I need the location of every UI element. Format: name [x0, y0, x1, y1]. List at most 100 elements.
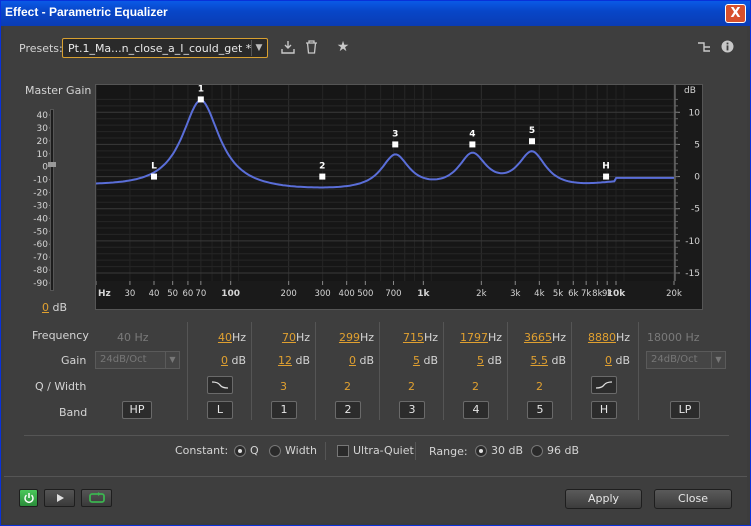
band-1-gain[interactable]: 12 dB: [278, 354, 310, 367]
range-label: Range:: [429, 445, 468, 458]
low-shelf-icon: [211, 381, 229, 389]
master-gain-scale: 403020100-10-20-30-40-50-60-70-80-90: [33, 111, 52, 289]
master-gain-tick-label: 20: [37, 137, 49, 147]
band-marker-4[interactable]: [469, 141, 476, 148]
band-4-frequency[interactable]: 1797Hz: [460, 331, 502, 344]
band-2-q[interactable]: 2: [344, 380, 351, 393]
master-gain-tick-label: -60: [33, 240, 48, 250]
power-toggle-button[interactable]: [19, 489, 38, 507]
band-2-gain[interactable]: 0 dB: [349, 354, 374, 367]
band-3-gain[interactable]: 5 dB: [413, 354, 438, 367]
q-width-row-label: Q / Width: [35, 380, 87, 393]
freq-axis-label: 10k: [607, 289, 627, 299]
band-marker-5[interactable]: [529, 138, 536, 145]
hp-slope-select: 24dB/Oct ▼: [95, 351, 180, 369]
master-gain-tick-label: -70: [33, 253, 48, 263]
preview-play-button[interactable]: [44, 489, 75, 507]
lp-slope-select: 24dB/Oct ▼: [646, 351, 726, 369]
band-2-button[interactable]: 2: [335, 401, 361, 419]
band-h-button[interactable]: H: [591, 401, 617, 419]
constant-q-radio[interactable]: [234, 445, 246, 457]
constant-width-label: Width: [285, 444, 317, 457]
info-icon[interactable]: [719, 40, 735, 56]
ultra-quiet-checkbox[interactable]: [337, 445, 349, 457]
freq-axis-label: 200: [281, 289, 297, 299]
band-4-button[interactable]: 4: [463, 401, 489, 419]
band-2-frequency[interactable]: 299Hz: [339, 331, 374, 344]
divider: [638, 322, 639, 420]
band-5-frequency[interactable]: 3665Hz: [524, 331, 566, 344]
band-marker-label: 3: [392, 129, 398, 139]
trash-icon[interactable]: [303, 40, 319, 56]
band-l-button[interactable]: L: [207, 401, 233, 419]
favorite-star-icon[interactable]: ★: [335, 39, 351, 55]
band-l-shape-button[interactable]: [207, 376, 233, 394]
band-h-shape-button[interactable]: [591, 376, 617, 394]
master-gain-tick-label: -10: [33, 176, 48, 186]
apply-button[interactable]: Apply: [565, 489, 642, 509]
range-96db-label: 96 dB: [547, 444, 580, 457]
band-marker-l[interactable]: [150, 173, 157, 180]
divider: [379, 322, 380, 420]
ultra-quiet-label: Ultra-Quiet: [353, 444, 414, 457]
freq-axis-label: 6k: [568, 289, 578, 299]
db-axis-unit: dB: [684, 86, 696, 96]
master-gain-value[interactable]: 0 dB: [42, 301, 67, 314]
master-gain-tick-label: 40: [37, 111, 49, 121]
band-4-gain[interactable]: 5 dB: [477, 354, 502, 367]
range-96db-radio[interactable]: [531, 445, 543, 457]
band-marker-label: L: [151, 162, 157, 172]
divider: [24, 435, 729, 436]
db-axis-tick-label: -5: [691, 205, 700, 215]
band-1-button[interactable]: 1: [271, 401, 297, 419]
band-marker-label: 4: [469, 129, 475, 139]
high-shelf-icon: [595, 381, 613, 389]
chevron-down-icon[interactable]: ▼: [251, 40, 266, 56]
hp-band-button[interactable]: HP: [122, 401, 152, 419]
save-preset-icon[interactable]: [280, 40, 296, 56]
band-marker-h[interactable]: [603, 173, 610, 180]
routing-icon[interactable]: [696, 40, 712, 56]
effect-window: Effect - Parametric Equalizer X Presets:…: [0, 0, 751, 526]
band-1-q[interactable]: 3: [280, 380, 287, 393]
range-30db-radio[interactable]: [475, 445, 487, 457]
freq-axis-label: 4k: [534, 289, 544, 299]
freq-axis-label: 700: [385, 289, 401, 299]
window-title: Effect - Parametric Equalizer: [5, 5, 168, 19]
band-1-frequency[interactable]: 70Hz: [282, 331, 310, 344]
master-gain-tick-label: 30: [37, 124, 49, 134]
freq-axis-label: 70: [195, 289, 206, 299]
band-4-q[interactable]: 2: [472, 380, 479, 393]
band-3-button[interactable]: 3: [399, 401, 425, 419]
constant-width-radio[interactable]: [269, 445, 281, 457]
band-marker-1[interactable]: [197, 96, 204, 103]
title-bar[interactable]: Effect - Parametric Equalizer X: [1, 1, 750, 26]
window-close-button[interactable]: X: [725, 4, 746, 23]
band-l-gain[interactable]: 0 dB: [221, 354, 246, 367]
band-5-q[interactable]: 2: [536, 380, 543, 393]
freq-axis-label: 50: [167, 289, 178, 299]
band-marker-3[interactable]: [392, 141, 399, 148]
presets-dropdown[interactable]: Pt.1_Ma...n_close_a_I_could_get * ▼: [62, 38, 268, 58]
band-h-gain[interactable]: 0 dB: [605, 354, 630, 367]
band-h-frequency[interactable]: 8880Hz: [588, 331, 630, 344]
band-l-frequency[interactable]: 40Hz: [218, 331, 246, 344]
master-gain-tick-label: -80: [33, 266, 48, 276]
band-3-q[interactable]: 2: [408, 380, 415, 393]
band-5-gain[interactable]: 5.5 dB: [530, 354, 566, 367]
master-gain-slider[interactable]: [48, 109, 56, 291]
master-gain-slider-handle[interactable]: [48, 162, 56, 167]
eq-graph[interactable]: dB 10 5 0 -5 -10 -15 Hz 30 40 50 60 70 100 200 300 400 50…: [95, 84, 703, 310]
close-button[interactable]: Close: [654, 489, 732, 509]
range-30db-label: 30 dB: [491, 444, 524, 457]
lp-frequency: 18000 Hz: [647, 331, 700, 344]
master-gain-tick-label: 10: [37, 150, 49, 160]
band-3-frequency[interactable]: 715Hz: [403, 331, 438, 344]
band-5-button[interactable]: 5: [527, 401, 553, 419]
lp-band-button[interactable]: LP: [670, 401, 700, 419]
gain-row-label: Gain: [61, 354, 87, 367]
db-axis-tick-label: -15: [685, 269, 700, 279]
eq-graph-svg[interactable]: dB1050-5-10-15Hz 30 40 50 60 70 100 200 300 400 50…: [95, 84, 702, 309]
loop-toggle-button[interactable]: [81, 489, 112, 507]
band-marker-2[interactable]: [319, 173, 326, 180]
